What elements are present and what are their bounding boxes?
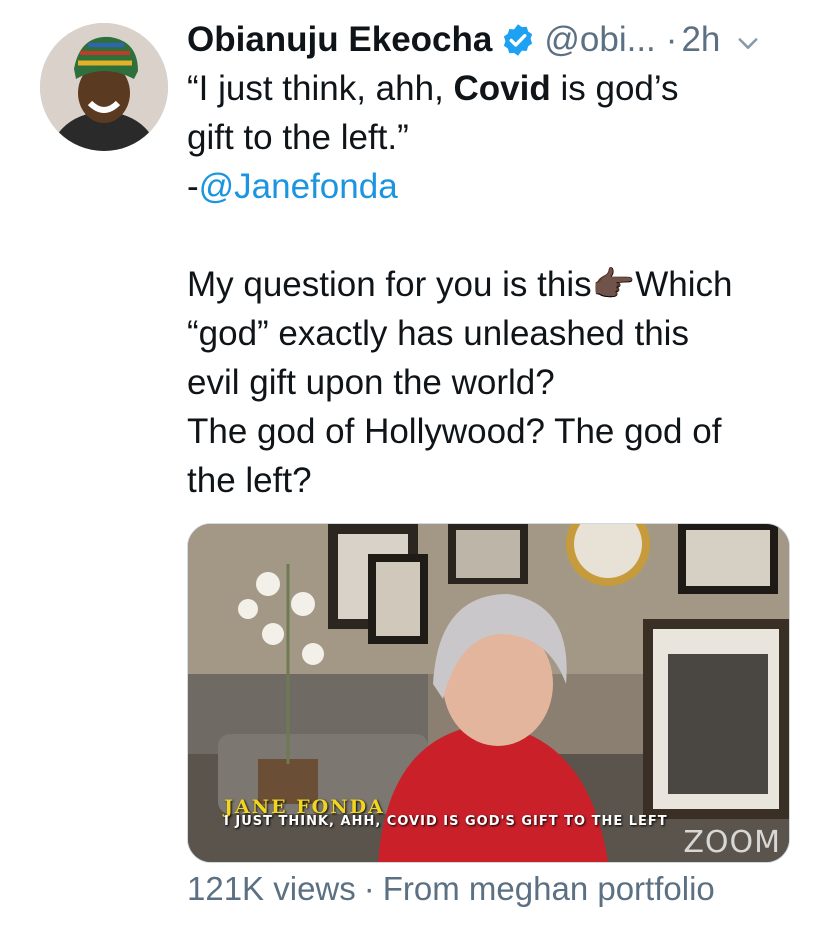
tweet-line: My question for you is this👉🏿Which	[187, 260, 807, 309]
tweet-line: the left?	[187, 461, 312, 500]
media-source[interactable]: From meghan portfolio	[383, 870, 715, 907]
media-footer: 121K views · From meghan portfolio	[187, 870, 715, 908]
mention-link[interactable]: @Janefonda	[199, 167, 398, 206]
separator-dot: ·	[665, 20, 678, 59]
verified-badge-icon	[500, 22, 536, 58]
tweet-text: “I just think, ahh, Covid is god’s gift …	[187, 64, 807, 505]
author-name[interactable]: Obianuju Ekeocha	[187, 20, 492, 60]
tweet-timestamp[interactable]: 2h	[681, 20, 720, 60]
tweet-text-segment: -	[187, 167, 199, 206]
tweet-bold-word: Covid	[453, 69, 551, 108]
tweet-line: The god of Hollywood? The god of	[187, 412, 722, 451]
tweet-line: -@Janefonda	[187, 162, 807, 211]
tweet-text-segment: “I just think, ahh,	[187, 69, 454, 108]
author-avatar[interactable]	[40, 23, 168, 151]
tweet-line: gift to the left.”	[187, 118, 409, 157]
video-caption-quote: I JUST THINK, AHH, COVID IS GOD'S GIFT T…	[224, 814, 668, 829]
avatar-image	[40, 23, 168, 151]
view-count: 121K views	[187, 870, 356, 907]
tweet-text-segment: Which	[635, 265, 733, 304]
tweet-line: evil gift upon the world?	[187, 363, 555, 402]
tweet-text-segment: is god’s	[550, 69, 679, 108]
separator-dot: ·	[363, 870, 375, 907]
tweet-line: “god” exactly has unleashed this	[187, 314, 689, 353]
tweet-line: “I just think, ahh, Covid is god’s	[187, 64, 807, 113]
chevron-down-icon[interactable]	[734, 26, 762, 54]
tweet-header: Obianuju Ekeocha @obi... · 2h	[187, 18, 762, 62]
author-handle[interactable]: @obi...	[544, 20, 655, 60]
zoom-watermark: ZOOM	[683, 825, 781, 860]
pointing-finger-emoji: 👉🏿	[591, 265, 636, 304]
video-media[interactable]: JANE FONDA I JUST THINK, AHH, COVID IS G…	[187, 523, 790, 863]
tweet-text-segment: My question for you is this	[187, 265, 592, 304]
